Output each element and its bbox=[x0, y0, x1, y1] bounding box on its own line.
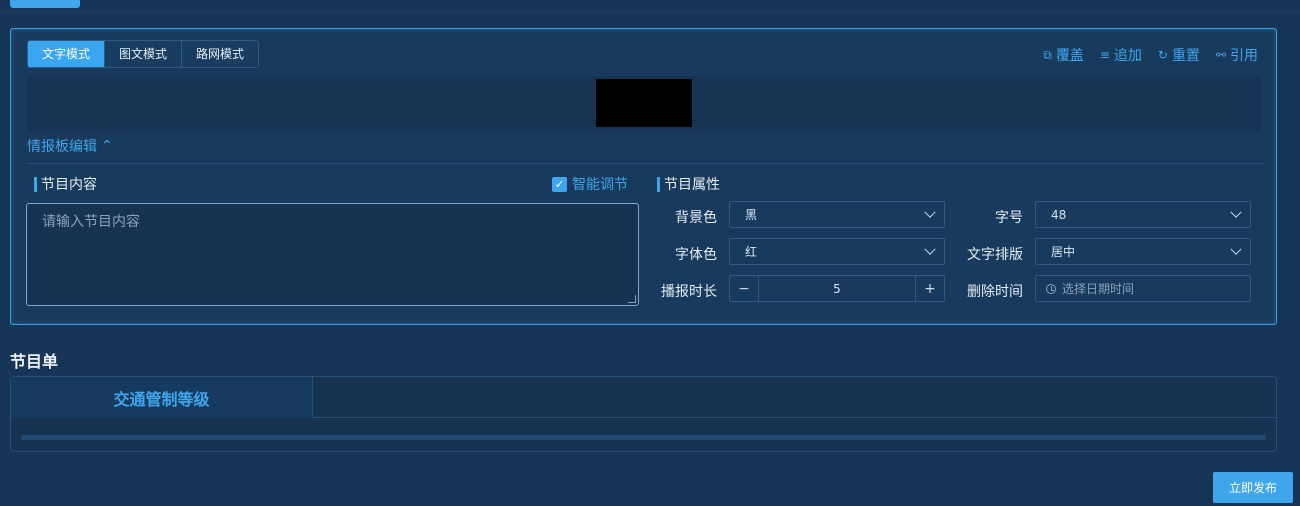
bg-color-select[interactable]: 黑 bbox=[729, 201, 945, 228]
cover-icon: ⧉ bbox=[1043, 47, 1052, 62]
content-section-title: 节目内容 bbox=[34, 174, 97, 194]
board-preview-screen bbox=[596, 79, 692, 127]
smart-adjust-checkbox[interactable]: ✓ 智能调节 bbox=[552, 174, 628, 194]
title-bar-marker bbox=[657, 176, 660, 192]
delete-time-picker[interactable]: 选择日期时间 bbox=[1035, 275, 1251, 302]
chevron-down-icon bbox=[924, 243, 936, 255]
cover-label: 覆盖 bbox=[1055, 48, 1084, 64]
content-title-text: 节目内容 bbox=[41, 177, 97, 193]
duration-value[interactable]: 5 bbox=[758, 276, 916, 301]
font-size-select[interactable]: 48 bbox=[1035, 201, 1251, 228]
mode-switcher: 文字模式 图文模式 路网模式 bbox=[27, 40, 260, 68]
section-divider bbox=[27, 163, 1265, 164]
text-layout-label: 文字排版 bbox=[967, 247, 1023, 263]
top-tab-indicator[interactable] bbox=[10, 0, 80, 8]
clock-icon bbox=[1046, 283, 1056, 294]
decrement-button[interactable]: − bbox=[730, 276, 758, 301]
text-layout-value: 居中 bbox=[1051, 245, 1076, 259]
font-color-select[interactable]: 红 bbox=[729, 238, 945, 265]
publish-now-button[interactable]: 立即发布 bbox=[1213, 472, 1293, 503]
duration-label: 播报时长 bbox=[661, 284, 717, 300]
font-size-value: 48 bbox=[1051, 207, 1067, 222]
board-edit-label: 情报板编辑 bbox=[27, 139, 97, 155]
reference-label: 引用 bbox=[1230, 48, 1258, 64]
link-icon: ⚯ bbox=[1215, 48, 1226, 62]
font-color-value: 红 bbox=[745, 245, 758, 259]
props-title-text: 节目属性 bbox=[664, 177, 720, 193]
mode-image-text-button[interactable]: 图文模式 bbox=[105, 41, 183, 67]
program-list-title: 节目单 bbox=[10, 352, 59, 371]
resize-handle-icon[interactable] bbox=[628, 295, 636, 303]
props-section-title: 节目属性 bbox=[657, 174, 720, 194]
reset-label: 重置 bbox=[1171, 48, 1200, 64]
text-layout-select[interactable]: 居中 bbox=[1035, 238, 1251, 265]
horizontal-scrollbar[interactable] bbox=[21, 435, 1266, 440]
reference-button[interactable]: ⚯ 引用 bbox=[1216, 45, 1258, 65]
chevron-down-icon bbox=[1230, 206, 1242, 218]
reset-icon: ↻ bbox=[1157, 48, 1168, 62]
bg-color-value: 黑 bbox=[745, 208, 758, 222]
append-button[interactable]: ≡ 追加 bbox=[1100, 45, 1142, 65]
font-color-label: 字体色 bbox=[675, 247, 717, 263]
editor-panel: 文字模式 图文模式 路网模式 ⧉ 覆盖 ≡ 追加 ↻ 重置 ⚯ 引用 情报板编辑… bbox=[10, 28, 1277, 325]
collapse-up-icon: ⌃ bbox=[101, 138, 113, 154]
content-placeholder: 请输入节目内容 bbox=[42, 214, 140, 230]
program-content-textarea[interactable]: 请输入节目内容 bbox=[26, 203, 639, 306]
font-size-label: 字号 bbox=[995, 210, 1023, 226]
chevron-down-icon bbox=[924, 206, 936, 218]
tab-underline bbox=[313, 417, 1276, 418]
cover-button[interactable]: ⧉ 覆盖 bbox=[1043, 45, 1084, 65]
program-list-panel: 交通管制等级 bbox=[10, 376, 1277, 452]
bg-color-label: 背景色 bbox=[675, 210, 717, 226]
chevron-down-icon bbox=[1230, 243, 1242, 255]
tab-traffic-control-level[interactable]: 交通管制等级 bbox=[11, 377, 313, 418]
mode-text-button[interactable]: 文字模式 bbox=[28, 41, 106, 67]
action-bar: ⧉ 覆盖 ≡ 追加 ↻ 重置 ⚯ 引用 bbox=[1043, 45, 1258, 65]
title-bar-marker bbox=[34, 176, 37, 192]
checkmark-icon: ✓ bbox=[552, 176, 567, 192]
smart-adjust-label: 智能调节 bbox=[572, 177, 628, 193]
top-divider bbox=[0, 12, 1300, 13]
board-edit-toggle[interactable]: 情报板编辑 ⌃ bbox=[27, 136, 113, 156]
delete-time-label: 删除时间 bbox=[967, 284, 1023, 300]
delete-time-placeholder: 选择日期时间 bbox=[1062, 282, 1135, 296]
duration-stepper: − 5 + bbox=[729, 275, 945, 302]
reset-button[interactable]: ↻ 重置 bbox=[1158, 45, 1200, 65]
append-icon: ≡ bbox=[1099, 48, 1110, 62]
increment-button[interactable]: + bbox=[916, 276, 944, 301]
append-label: 追加 bbox=[1113, 48, 1142, 64]
mode-road-network-button[interactable]: 路网模式 bbox=[182, 41, 259, 67]
